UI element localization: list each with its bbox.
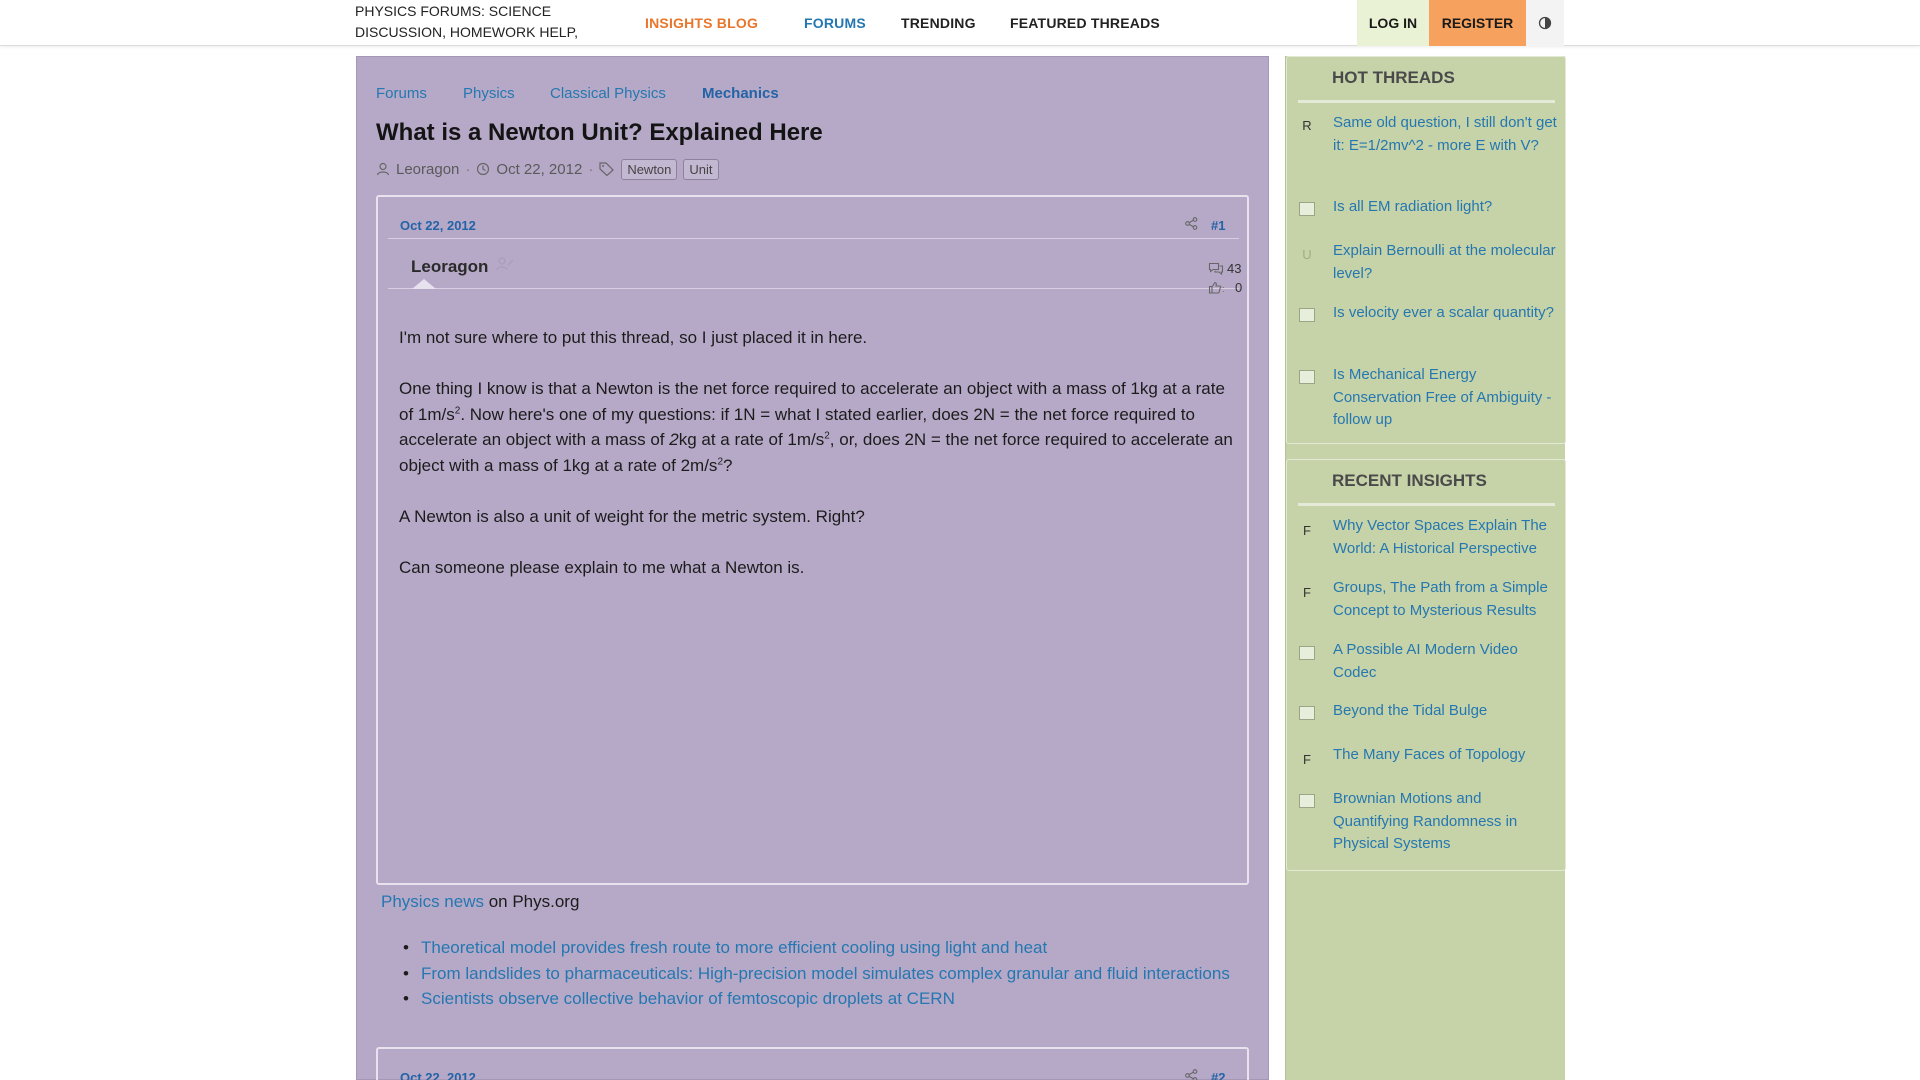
tag-unit[interactable]: Unit — [683, 158, 719, 180]
post-paragraph: I'm not sure where to put this thread, s… — [399, 328, 868, 347]
physics-news-link[interactable]: Physics news — [381, 892, 484, 911]
recent-insights-block: RECENT INSIGHTS F Why Vector Spaces Expl… — [1286, 459, 1566, 871]
theme-toggle-button[interactable] — [1526, 0, 1564, 46]
user-profile-icon — [496, 257, 514, 276]
top-navigation: PHYSICS FORUMS: SCIENCE DISCUSSION, HOME… — [0, 0, 1920, 46]
thread-avatar-image[interactable] — [1299, 308, 1315, 322]
hot-threads-block: HOT THREADS R Same old question, I still… — [1286, 56, 1566, 444]
post-number[interactable]: #2 — [1211, 1070, 1225, 1080]
news-heading: Physics news on Phys.org — [381, 892, 580, 911]
breadcrumb-physics[interactable]: Physics — [463, 85, 515, 102]
hot-threads-title: HOT THREADS — [1298, 59, 1555, 103]
reaction-score: : 0 — [1208, 280, 1242, 295]
post-paragraph: One thing I know is that a Newton is the… — [399, 379, 1233, 475]
hot-thread-link[interactable]: Explain Bernoulli at the molecular level… — [1333, 240, 1561, 285]
sidebar: HOT THREADS R Same old question, I still… — [1285, 56, 1566, 1080]
recent-insights-title: RECENT INSIGHTS — [1298, 462, 1555, 506]
thread-date[interactable]: Oct 22, 2012 — [496, 161, 582, 178]
messages-icon — [1208, 262, 1224, 275]
clock-icon — [477, 162, 490, 176]
post-body: I'm not sure where to put this thread, s… — [399, 325, 1239, 606]
insight-link[interactable]: A Possible AI Modern Video Codec — [1333, 639, 1561, 684]
post-number[interactable]: #1 — [1211, 218, 1225, 233]
breadcrumb-mechanics[interactable]: Mechanics — [702, 85, 779, 102]
insight-avatar[interactable]: F — [1297, 752, 1317, 767]
insight-avatar[interactable]: F — [1297, 585, 1317, 600]
insight-link[interactable]: Beyond the Tidal Bulge — [1333, 700, 1561, 723]
meta-separator: · — [588, 160, 594, 178]
thread-meta: Leoragon · Oct 22, 2012 · Newton Unit — [376, 157, 719, 181]
post-2: Oct 22, 2012 #2 — [376, 1047, 1249, 1080]
tag-icon — [599, 162, 615, 176]
post-date[interactable]: Oct 22, 2012 — [400, 1070, 476, 1080]
message-count: 43 — [1208, 261, 1241, 276]
breadcrumb-classical-physics[interactable]: Classical Physics — [550, 85, 666, 102]
breadcrumb-forums[interactable]: Forums — [376, 85, 427, 102]
hot-thread-link[interactable]: Is velocity ever a scalar quantity? — [1333, 302, 1561, 325]
insight-avatar[interactable]: F — [1297, 523, 1317, 538]
share-icon[interactable] — [1185, 217, 1198, 233]
post-user-bar: Leoragon 43 : 0 — [388, 239, 1242, 295]
nav-featured-threads[interactable]: FEATURED THREADS — [1010, 0, 1160, 46]
thread-author[interactable]: Leoragon — [396, 161, 459, 178]
insight-avatar-image[interactable] — [1299, 706, 1315, 720]
post-paragraph: A Newton is also a unit of weight for th… — [399, 506, 865, 526]
svg-text::: : — [1222, 284, 1225, 294]
login-button[interactable]: LOG IN — [1357, 0, 1429, 46]
main-content: Forums Physics Classical Physics Mechani… — [356, 56, 1269, 1080]
hot-thread-link[interactable]: Is Mechanical Energy Conservation Free o… — [1333, 364, 1561, 432]
thread-avatar-image[interactable] — [1299, 370, 1315, 384]
news-list: Theoretical model provides fresh route t… — [397, 935, 1257, 1012]
post-header: Oct 22, 2012 #1 — [388, 205, 1239, 239]
thumbs-up-icon: : — [1208, 281, 1225, 294]
reaction-score-value: 0 — [1235, 280, 1243, 295]
insight-link[interactable]: The Many Faces of Topology — [1333, 744, 1561, 767]
thread-avatar[interactable]: R — [1297, 118, 1317, 133]
news-item[interactable]: Theoretical model provides fresh route t… — [397, 935, 1257, 961]
user-bar-arrow — [412, 279, 436, 289]
post-header: Oct 22, 2012 #2 — [388, 1057, 1239, 1080]
post-paragraph: Can someone please explain to me what a … — [399, 557, 805, 577]
theme-toggle-icon — [1538, 16, 1552, 30]
thread-avatar[interactable]: U — [1297, 247, 1317, 262]
register-button[interactable]: REGISTER — [1429, 0, 1526, 46]
share-icon[interactable] — [1185, 1069, 1198, 1080]
meta-separator: · — [465, 160, 471, 178]
physics-news: Physics news on Phys.org Theoretical mod… — [381, 892, 1261, 1011]
nav-insights-blog[interactable]: INSIGHTS BLOG — [645, 0, 758, 46]
message-count-value: 43 — [1227, 261, 1242, 276]
insight-avatar-image[interactable] — [1299, 794, 1315, 808]
hot-thread-link[interactable]: Same old question, I still don't get it:… — [1333, 112, 1561, 157]
thread-avatar-image[interactable] — [1299, 202, 1315, 216]
news-item[interactable]: Scientists observe collective behavior o… — [397, 986, 1257, 1012]
insight-avatar-image[interactable] — [1299, 646, 1315, 660]
user-icon — [376, 162, 390, 176]
insight-link[interactable]: Groups, The Path from a Simple Concept t… — [1333, 577, 1561, 622]
site-logo[interactable]: PHYSICS FORUMS: SCIENCE DISCUSSION, HOME… — [355, 1, 595, 43]
post-1: Oct 22, 2012 #1 Leoragon 43 : 0 I'm not … — [376, 195, 1249, 885]
hot-thread-link[interactable]: Is all EM radiation light? — [1333, 196, 1561, 219]
nav-trending[interactable]: TRENDING — [901, 0, 976, 46]
nav-forums[interactable]: FORUMS — [804, 0, 866, 46]
news-item[interactable]: From landslides to pharmaceuticals: High… — [397, 961, 1257, 987]
post-date[interactable]: Oct 22, 2012 — [400, 218, 476, 233]
tag-newton[interactable]: Newton — [621, 158, 678, 180]
post-username[interactable]: Leoragon — [411, 257, 488, 277]
page-title: What is a Newton Unit? Explained Here — [376, 119, 823, 146]
insight-link[interactable]: Why Vector Spaces Explain The World: A H… — [1333, 515, 1561, 560]
insight-link[interactable]: Brownian Motions and Quantifying Randomn… — [1333, 788, 1561, 856]
